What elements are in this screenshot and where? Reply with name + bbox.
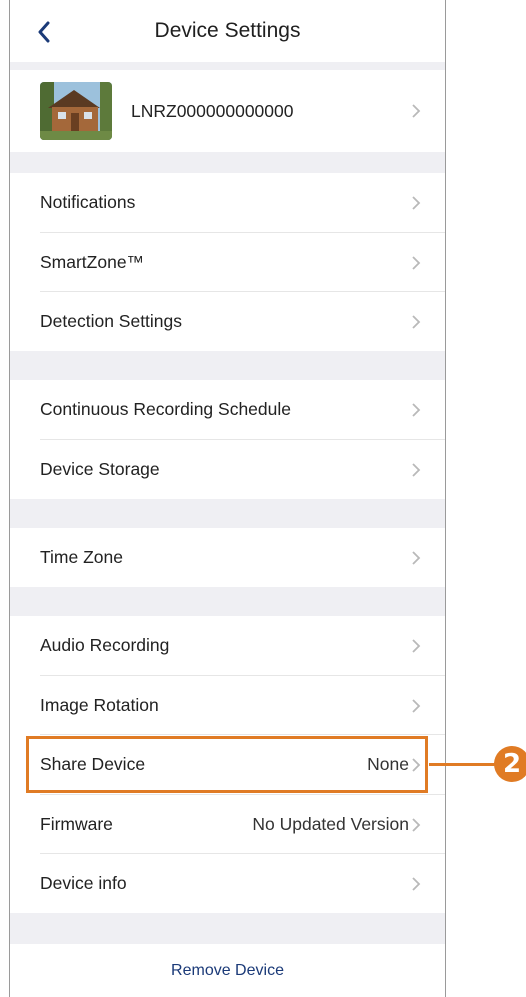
section-gap xyxy=(10,499,445,528)
audio-recording-row[interactable]: Audio Recording xyxy=(10,616,445,675)
firmware-value: No Updated Version xyxy=(252,814,409,834)
chevron-right-icon xyxy=(412,757,421,772)
section-gap xyxy=(10,62,445,70)
row-label: Share Device xyxy=(40,754,146,774)
chevron-right-icon xyxy=(412,876,421,891)
row-label: Image Rotation xyxy=(40,695,159,715)
row-label: Notifications xyxy=(40,192,136,212)
row-label: Firmware xyxy=(40,814,113,834)
section-gap xyxy=(10,152,445,173)
continuous-recording-schedule-row[interactable]: Continuous Recording Schedule xyxy=(10,380,445,439)
device-name: LNRZ000000000000 xyxy=(131,100,294,121)
callout-leader-line xyxy=(429,763,497,766)
chevron-right-icon xyxy=(412,104,421,118)
firmware-row[interactable]: Firmware No Updated Version xyxy=(10,795,445,854)
section-gap xyxy=(10,913,445,944)
chevron-right-icon xyxy=(412,698,421,713)
header-bar: Device Settings xyxy=(10,0,445,62)
device-thumbnail xyxy=(40,82,112,140)
device-info-row[interactable]: Device info xyxy=(10,854,445,913)
chevron-right-icon xyxy=(412,255,421,270)
section-gap xyxy=(10,351,445,380)
time-zone-row[interactable]: Time Zone xyxy=(10,528,445,587)
device-storage-row[interactable]: Device Storage xyxy=(10,440,445,499)
image-rotation-row[interactable]: Image Rotation xyxy=(10,676,445,735)
notifications-row[interactable]: Notifications xyxy=(10,173,445,232)
chevron-right-icon xyxy=(412,402,421,417)
share-device-value: None xyxy=(367,754,409,774)
callout-number-badge: 2 xyxy=(494,746,526,782)
row-label: Detection Settings xyxy=(40,311,183,331)
chevron-right-icon xyxy=(412,638,421,653)
row-label: SmartZone™ xyxy=(40,252,145,272)
row-label: Device Storage xyxy=(40,459,160,479)
row-label: Device info xyxy=(40,873,127,893)
chevron-right-icon xyxy=(412,550,421,565)
row-label: Continuous Recording Schedule xyxy=(40,399,291,419)
remove-device-button[interactable]: Remove Device xyxy=(10,944,445,997)
chevron-right-icon xyxy=(412,462,421,477)
chevron-right-icon xyxy=(412,314,421,329)
row-label: Time Zone xyxy=(40,547,123,567)
page-title: Device Settings xyxy=(154,19,301,42)
smartzone-row[interactable]: SmartZone™ xyxy=(10,233,445,292)
chevron-right-icon xyxy=(412,195,421,210)
chevron-right-icon xyxy=(412,817,421,832)
share-device-row[interactable]: Share Device None xyxy=(10,735,445,794)
back-button[interactable] xyxy=(32,18,56,46)
device-row[interactable]: LNRZ000000000000 xyxy=(10,70,445,152)
back-arrow-icon xyxy=(38,21,50,43)
section-gap xyxy=(10,587,445,616)
detection-settings-row[interactable]: Detection Settings xyxy=(10,292,445,351)
device-settings-screen: Device Settings LNRZ000000000000 Notific… xyxy=(9,0,446,997)
row-label: Audio Recording xyxy=(40,635,170,655)
